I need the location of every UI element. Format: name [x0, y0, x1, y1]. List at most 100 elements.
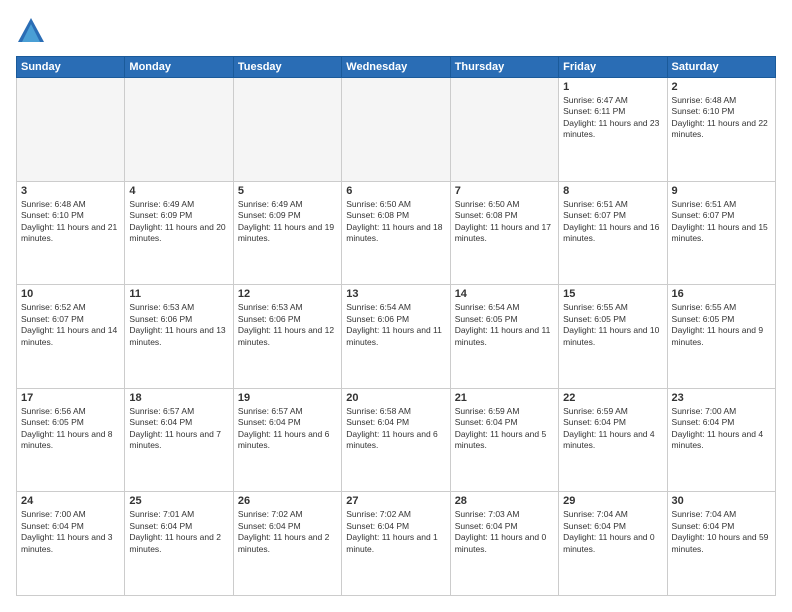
day-number: 2: [672, 81, 771, 93]
day-number: 25: [129, 495, 228, 507]
day-info: Sunrise: 6:55 AMSunset: 6:05 PMDaylight:…: [563, 302, 662, 348]
day-number: 23: [672, 392, 771, 404]
week-row-4: 24Sunrise: 7:00 AMSunset: 6:04 PMDayligh…: [17, 492, 776, 596]
week-row-0: 1Sunrise: 6:47 AMSunset: 6:11 PMDaylight…: [17, 78, 776, 182]
day-number: 5: [238, 185, 337, 197]
day-info: Sunrise: 6:56 AMSunset: 6:05 PMDaylight:…: [21, 406, 120, 452]
day-number: 30: [672, 495, 771, 507]
day-info: Sunrise: 6:57 AMSunset: 6:04 PMDaylight:…: [129, 406, 228, 452]
calendar-cell: [450, 78, 558, 182]
day-number: 1: [563, 81, 662, 93]
calendar-cell: 19 Sunrise: 6:57 AMSunset: 6:04 PMDayligh…: [233, 388, 341, 492]
day-info: Sunrise: 6:51 AMSunset: 6:07 PMDaylight:…: [563, 199, 662, 245]
col-header-tuesday: Tuesday: [233, 57, 341, 78]
calendar-cell: 21Sunrise: 6:59 AMSunset: 6:04 PMDayligh…: [450, 388, 558, 492]
calendar-cell: [233, 78, 341, 182]
day-number: 13: [346, 288, 445, 300]
calendar-cell: 5 Sunrise: 6:49 AMSunset: 6:09 PMDaylight…: [233, 181, 341, 285]
calendar-cell: 6 Sunrise: 6:50 AMSunset: 6:08 PMDaylight…: [342, 181, 450, 285]
day-info: Sunrise: 7:00 AMSunset: 6:04 PMDaylight:…: [21, 509, 120, 555]
day-number: 12: [238, 288, 337, 300]
day-info: Sunrise: 6:57 AMSunset: 6:04 PMDaylight:…: [238, 406, 337, 452]
day-info: Sunrise: 6:53 AMSunset: 6:06 PMDaylight:…: [238, 302, 337, 348]
day-number: 21: [455, 392, 554, 404]
page: SundayMondayTuesdayWednesdayThursdayFrid…: [0, 0, 792, 612]
day-number: 8: [563, 185, 662, 197]
calendar-cell: 28 Sunrise: 7:03 AMSunset: 6:04 PMDayligh…: [450, 492, 558, 596]
calendar-cell: 17 Sunrise: 6:56 AMSunset: 6:05 PMDayligh…: [17, 388, 125, 492]
day-info: Sunrise: 6:55 AMSunset: 6:05 PMDaylight:…: [672, 302, 771, 348]
calendar-cell: 20 Sunrise: 6:58 AMSunset: 6:04 PMDayligh…: [342, 388, 450, 492]
calendar-cell: 22 Sunrise: 6:59 AMSunset: 6:04 PMDayligh…: [559, 388, 667, 492]
calendar-cell: 23 Sunrise: 7:00 AMSunset: 6:04 PMDayligh…: [667, 388, 775, 492]
calendar-table: SundayMondayTuesdayWednesdayThursdayFrid…: [16, 56, 776, 596]
day-number: 22: [563, 392, 662, 404]
day-number: 7: [455, 185, 554, 197]
calendar-cell: 27 Sunrise: 7:02 AMSunset: 6:04 PMDayligh…: [342, 492, 450, 596]
day-info: Sunrise: 6:52 AMSunset: 6:07 PMDaylight:…: [21, 302, 120, 348]
week-row-1: 3Sunrise: 6:48 AMSunset: 6:10 PMDaylight…: [17, 181, 776, 285]
day-number: 17: [21, 392, 120, 404]
calendar-cell: 2 Sunrise: 6:48 AMSunset: 6:10 PMDaylight…: [667, 78, 775, 182]
week-row-3: 17 Sunrise: 6:56 AMSunset: 6:05 PMDayligh…: [17, 388, 776, 492]
day-info: Sunrise: 7:02 AMSunset: 6:04 PMDaylight:…: [238, 509, 337, 555]
calendar-cell: 7Sunrise: 6:50 AMSunset: 6:08 PMDaylight…: [450, 181, 558, 285]
calendar-cell: 9 Sunrise: 6:51 AMSunset: 6:07 PMDaylight…: [667, 181, 775, 285]
calendar-cell: 16 Sunrise: 6:55 AMSunset: 6:05 PMDayligh…: [667, 285, 775, 389]
calendar-cell: 18 Sunrise: 6:57 AMSunset: 6:04 PMDayligh…: [125, 388, 233, 492]
day-info: Sunrise: 6:48 AMSunset: 6:10 PMDaylight:…: [21, 199, 120, 245]
calendar-cell: [125, 78, 233, 182]
col-header-sunday: Sunday: [17, 57, 125, 78]
day-info: Sunrise: 6:49 AMSunset: 6:09 PMDaylight:…: [238, 199, 337, 245]
day-info: Sunrise: 6:59 AMSunset: 6:04 PMDaylight:…: [563, 406, 662, 452]
header: [16, 16, 776, 46]
calendar-cell: 10 Sunrise: 6:52 AMSunset: 6:07 PMDayligh…: [17, 285, 125, 389]
col-header-friday: Friday: [559, 57, 667, 78]
calendar-cell: 4Sunrise: 6:49 AMSunset: 6:09 PMDaylight…: [125, 181, 233, 285]
day-info: Sunrise: 6:53 AMSunset: 6:06 PMDaylight:…: [129, 302, 228, 348]
day-number: 11: [129, 288, 228, 300]
day-info: Sunrise: 6:48 AMSunset: 6:10 PMDaylight:…: [672, 95, 771, 141]
col-header-thursday: Thursday: [450, 57, 558, 78]
day-number: 4: [129, 185, 228, 197]
logo: [16, 16, 50, 46]
day-info: Sunrise: 7:04 AMSunset: 6:04 PMDaylight:…: [563, 509, 662, 555]
day-number: 16: [672, 288, 771, 300]
day-number: 26: [238, 495, 337, 507]
day-info: Sunrise: 6:54 AMSunset: 6:06 PMDaylight:…: [346, 302, 445, 348]
day-number: 15: [563, 288, 662, 300]
day-number: 9: [672, 185, 771, 197]
day-number: 29: [563, 495, 662, 507]
day-number: 6: [346, 185, 445, 197]
calendar-cell: 29 Sunrise: 7:04 AMSunset: 6:04 PMDayligh…: [559, 492, 667, 596]
day-info: Sunrise: 6:54 AMSunset: 6:05 PMDaylight:…: [455, 302, 554, 348]
calendar-cell: 26 Sunrise: 7:02 AMSunset: 6:04 PMDayligh…: [233, 492, 341, 596]
week-row-2: 10 Sunrise: 6:52 AMSunset: 6:07 PMDayligh…: [17, 285, 776, 389]
day-info: Sunrise: 6:51 AMSunset: 6:07 PMDaylight:…: [672, 199, 771, 245]
calendar-cell: [342, 78, 450, 182]
day-number: 28: [455, 495, 554, 507]
calendar-cell: 3Sunrise: 6:48 AMSunset: 6:10 PMDaylight…: [17, 181, 125, 285]
day-info: Sunrise: 6:58 AMSunset: 6:04 PMDaylight:…: [346, 406, 445, 452]
calendar-cell: 24Sunrise: 7:00 AMSunset: 6:04 PMDayligh…: [17, 492, 125, 596]
day-info: Sunrise: 7:03 AMSunset: 6:04 PMDaylight:…: [455, 509, 554, 555]
day-info: Sunrise: 7:01 AMSunset: 6:04 PMDaylight:…: [129, 509, 228, 555]
calendar-cell: 14Sunrise: 6:54 AMSunset: 6:05 PMDayligh…: [450, 285, 558, 389]
calendar-cell: 12 Sunrise: 6:53 AMSunset: 6:06 PMDayligh…: [233, 285, 341, 389]
day-number: 10: [21, 288, 120, 300]
day-info: Sunrise: 7:00 AMSunset: 6:04 PMDaylight:…: [672, 406, 771, 452]
day-number: 27: [346, 495, 445, 507]
day-info: Sunrise: 6:50 AMSunset: 6:08 PMDaylight:…: [346, 199, 445, 245]
calendar-cell: 1Sunrise: 6:47 AMSunset: 6:11 PMDaylight…: [559, 78, 667, 182]
calendar-cell: 8 Sunrise: 6:51 AMSunset: 6:07 PMDaylight…: [559, 181, 667, 285]
calendar-cell: 15 Sunrise: 6:55 AMSunset: 6:05 PMDayligh…: [559, 285, 667, 389]
day-number: 20: [346, 392, 445, 404]
day-info: Sunrise: 7:04 AMSunset: 6:04 PMDaylight:…: [672, 509, 771, 555]
day-info: Sunrise: 7:02 AMSunset: 6:04 PMDaylight:…: [346, 509, 445, 555]
col-header-wednesday: Wednesday: [342, 57, 450, 78]
calendar-cell: 25 Sunrise: 7:01 AMSunset: 6:04 PMDayligh…: [125, 492, 233, 596]
col-header-saturday: Saturday: [667, 57, 775, 78]
day-number: 18: [129, 392, 228, 404]
calendar-cell: [17, 78, 125, 182]
day-number: 19: [238, 392, 337, 404]
